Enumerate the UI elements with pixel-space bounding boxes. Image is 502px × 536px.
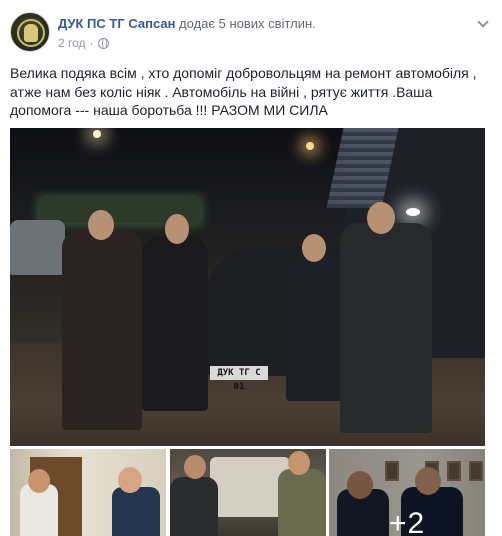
main-photo[interactable]: ДУК ТГ С 01 (10, 128, 485, 446)
photo-person (340, 223, 432, 433)
thumbnail-photo-2[interactable] (170, 449, 326, 536)
thumb-person (112, 487, 160, 536)
post-action-text: додає 5 нових світлин. (179, 16, 316, 31)
avatar[interactable] (10, 12, 50, 52)
post-meta: ДУК ПС ТГ Сапсан додає 5 нових світлин. … (58, 15, 462, 51)
post-timestamp-link[interactable]: 2 год (58, 35, 86, 51)
post-title-line: ДУК ПС ТГ Сапсан додає 5 нових світлин. (58, 15, 462, 32)
author-name-link[interactable]: ДУК ПС ТГ Сапсан (58, 16, 175, 31)
thumb-person (278, 469, 326, 536)
globe-icon[interactable] (97, 37, 109, 49)
photo-thumbnails: +2 (10, 449, 485, 536)
photo-person (142, 236, 208, 411)
post-header: ДУК ПС ТГ Сапсан додає 5 нових світлин. … (10, 12, 492, 52)
photo-streetlight (93, 130, 101, 138)
photo-person-head (88, 210, 114, 240)
post-subtitle-line: 2 год · (58, 35, 462, 51)
thumbnail-photo-3[interactable]: +2 (329, 449, 485, 536)
photo-headlight (406, 208, 420, 216)
photo-person-head (302, 234, 326, 262)
thumb-person-head (184, 455, 206, 479)
thumb-person-head (118, 467, 142, 493)
photo-license-plate: ДУК ТГ С 01 (210, 366, 268, 392)
photo-parked-car (10, 220, 65, 275)
thumbnail-photo-1[interactable] (10, 449, 166, 536)
avatar-emblem-figure (24, 24, 38, 42)
photo-person (62, 230, 142, 430)
photo-person-head (165, 214, 189, 244)
thumb-person-head (28, 469, 50, 493)
meta-separator: · (89, 36, 94, 50)
feed-post: ДУК ПС ТГ Сапсан додає 5 нових світлин. … (0, 0, 502, 536)
more-photos-count: +2 (389, 507, 426, 536)
photo-person-head (367, 202, 395, 234)
post-text: Велика подяка всім , хто допоміг доброво… (10, 65, 477, 118)
chevron-down-icon[interactable] (478, 18, 488, 28)
thumb-person (170, 477, 218, 536)
photo-streetlight (306, 142, 314, 150)
thumb-person-head (288, 451, 310, 475)
